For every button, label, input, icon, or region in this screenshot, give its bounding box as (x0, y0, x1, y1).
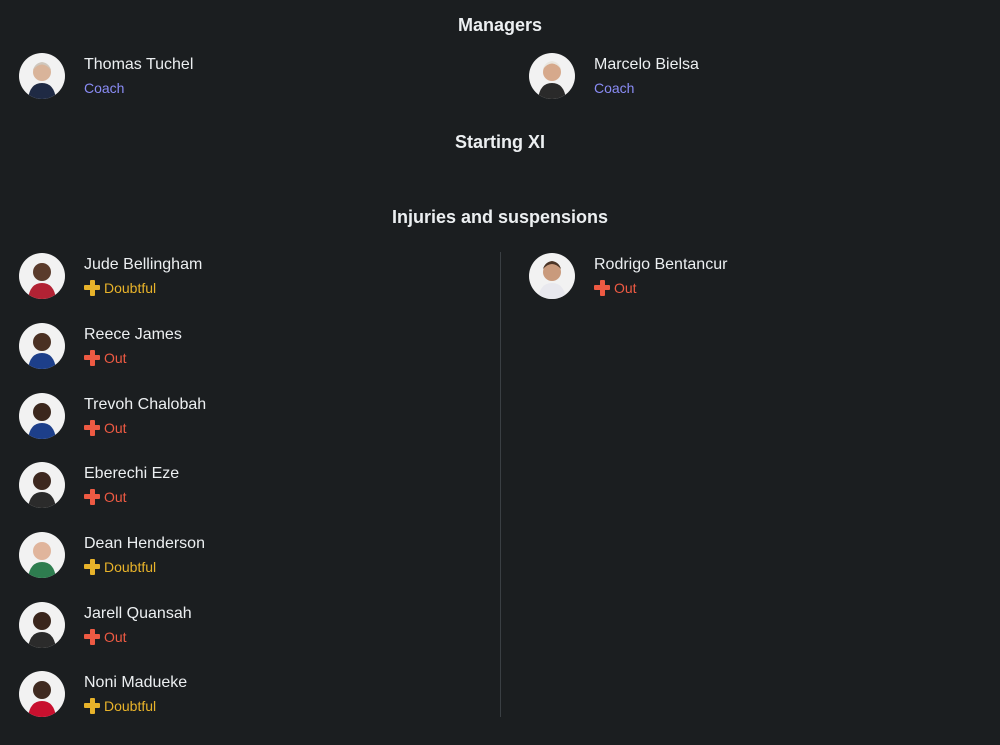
injury-row[interactable]: Rodrigo Bentancur Out (529, 251, 727, 301)
status-label: Out (104, 419, 127, 436)
injury-row[interactable]: Trevoh Chalobah Out (19, 391, 206, 441)
player-status: Out (84, 627, 192, 647)
player-status: Out (84, 418, 206, 438)
injury-row[interactable]: Jude Bellingham Doubtful (19, 251, 202, 301)
manager-home[interactable]: Thomas Tuchel Coach (19, 51, 193, 101)
status-label: Doubtful (104, 558, 157, 575)
player-avatar-icon (529, 253, 575, 299)
player-avatar-icon (19, 462, 65, 508)
plus-cross-icon (84, 349, 100, 366)
injury-row[interactable]: Reece James Out (19, 321, 182, 371)
status-label: Out (104, 488, 127, 505)
manager-name: Thomas Tuchel (84, 55, 194, 73)
player-status: Doubtful (84, 557, 205, 577)
manager-name: Marcelo Bielsa (594, 55, 699, 73)
status-label: Doubtful (104, 279, 157, 296)
player-name: Rodrigo Bentancur (594, 255, 728, 273)
player-avatar-icon (19, 393, 65, 439)
manager-role: Coach (594, 79, 635, 96)
player-name: Jarell Quansah (84, 604, 192, 622)
status-label: Doubtful (104, 697, 157, 714)
manager-avatar-icon (19, 53, 65, 99)
player-status: Out (594, 278, 727, 298)
injury-row[interactable]: Dean Henderson Doubtful (19, 530, 205, 580)
player-avatar-icon (19, 602, 65, 648)
team-divider (500, 252, 501, 717)
plus-cross-icon (84, 419, 100, 436)
manager-away[interactable]: Marcelo Bielsa Coach (529, 51, 699, 101)
injury-row[interactable]: Noni Madueke Doubtful (19, 669, 187, 719)
plus-cross-icon (84, 697, 100, 714)
plus-cross-icon (594, 279, 610, 296)
player-status: Out (84, 487, 179, 507)
player-avatar-icon (19, 671, 65, 717)
managers-title: Managers (457, 15, 543, 35)
player-status: Doubtful (84, 278, 202, 298)
player-avatar-icon (19, 323, 65, 369)
manager-avatar-icon (529, 53, 575, 99)
injury-row[interactable]: Eberechi Eze Out (19, 460, 179, 510)
player-avatar-icon (19, 532, 65, 578)
player-name: Jude Bellingham (84, 255, 203, 273)
injury-row[interactable]: Jarell Quansah Out (19, 600, 192, 650)
plus-cross-icon (84, 279, 100, 296)
plus-cross-icon (84, 628, 100, 645)
plus-cross-icon (84, 558, 100, 575)
status-label: Out (614, 279, 637, 296)
player-name: Noni Madueke (84, 673, 188, 691)
injuries-title: Injuries and suspensions (391, 207, 609, 227)
manager-role: Coach (84, 79, 125, 96)
player-avatar-icon (19, 253, 65, 299)
player-status: Out (84, 348, 182, 368)
status-label: Out (104, 628, 127, 645)
player-status: Doubtful (84, 696, 187, 716)
plus-cross-icon (84, 488, 100, 505)
player-name: Reece James (84, 325, 182, 343)
player-name: Eberechi Eze (84, 464, 180, 482)
player-name: Trevoh Chalobah (84, 395, 207, 413)
player-name: Dean Henderson (84, 534, 205, 552)
starting-xi-title: Starting XI (454, 132, 545, 152)
status-label: Out (104, 349, 127, 366)
